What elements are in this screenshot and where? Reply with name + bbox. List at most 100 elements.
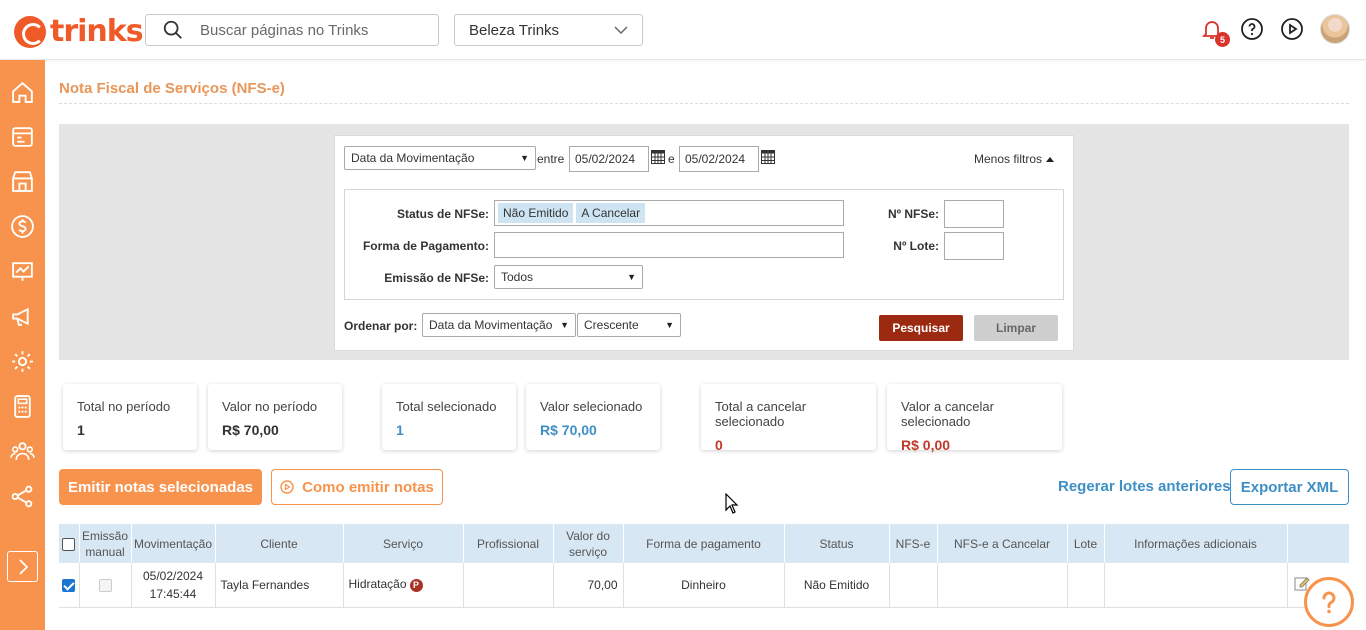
chevron-down-icon (614, 26, 628, 35)
column-header[interactable]: Movimentação (131, 524, 216, 563)
emission-label: Emissão de NFSe: (384, 271, 489, 285)
store-icon[interactable] (10, 169, 35, 194)
chart-icon[interactable] (10, 259, 35, 284)
lote-input[interactable] (944, 232, 1004, 260)
column-header[interactable]: Lote (1067, 524, 1105, 563)
column-header[interactable]: Status (784, 524, 890, 563)
page-title: Nota Fiscal de Serviços (NFS-e) (59, 80, 285, 97)
card-label: Valor a cancelar selecionado (901, 399, 994, 429)
column-header[interactable]: NFS-e (889, 524, 938, 563)
card-value: 1 (396, 422, 404, 438)
search-input[interactable] (200, 21, 420, 39)
card-value: 0 (715, 437, 723, 453)
how-to-emit-label: Como emitir notas (302, 478, 434, 496)
page-search[interactable] (145, 14, 439, 46)
summary-card-total-selected: Total selecionado 1 (382, 384, 516, 450)
table-row[interactable]: 05/02/2024 17:45:44 Tayla Fernandes Hidra… (59, 563, 1349, 608)
column-header[interactable]: Cliente (215, 524, 344, 563)
emission-select[interactable]: Todos ▼ (494, 265, 643, 289)
regenerate-batches-link[interactable]: Regerar lotes anteriores (1058, 478, 1231, 495)
emission-value: Todos (501, 270, 534, 284)
card-label: Total a cancelar selecionado (715, 399, 807, 429)
calendar-icon[interactable] (761, 150, 775, 164)
table-header-row: Emissão manual Movimentação Cliente Serv… (59, 524, 1350, 563)
row-select-cell (59, 563, 80, 608)
service-name: Hidratação (348, 577, 407, 592)
card-label: Valor no período (222, 399, 318, 414)
order-label: Ordenar por: (344, 319, 418, 333)
payment-input[interactable] (494, 232, 844, 258)
column-header[interactable]: Profissional (463, 524, 554, 563)
status-tag[interactable]: A Cancelar (576, 203, 646, 223)
service-cell: Hidratação P (343, 563, 464, 608)
package-badge-icon: P (409, 579, 423, 593)
home-icon[interactable] (10, 80, 35, 105)
nfse-number-label: Nº NFSe: (887, 207, 939, 221)
manual-emission-cell (79, 563, 132, 608)
nfse-number-input[interactable] (944, 200, 1004, 228)
column-header-actions (1287, 524, 1350, 563)
movement-date: 05/02/2024 (142, 568, 204, 583)
summary-card-value-cancel: Valor a cancelar selecionado R$ 0,00 (887, 384, 1062, 453)
calendar-icon[interactable] (651, 150, 665, 164)
movement-cell: 05/02/2024 17:45:44 (131, 563, 216, 608)
megaphone-icon[interactable] (10, 304, 35, 329)
professional-cell (463, 563, 554, 608)
row-checkbox[interactable] (62, 578, 76, 592)
select-all-checkbox[interactable] (62, 537, 76, 551)
calculator-icon[interactable] (10, 394, 35, 419)
nfse-table: Emissão manual Movimentação Cliente Serv… (59, 524, 1350, 608)
less-filters-toggle[interactable]: Menos filtros (974, 152, 1055, 166)
date-from-input[interactable]: 05/02/2024 (569, 146, 649, 172)
column-header[interactable]: Serviço (343, 524, 464, 563)
top-bar: trinks Beleza Trinks 5 (0, 0, 1366, 60)
floating-help-button[interactable] (1304, 577, 1354, 627)
trinks-logo[interactable]: trinks (14, 14, 144, 49)
and-label: e (668, 152, 675, 166)
agenda-icon[interactable] (10, 124, 35, 149)
how-to-emit-button[interactable]: Como emitir notas (271, 469, 443, 505)
column-header[interactable]: Forma de pagamento (623, 524, 785, 563)
column-header[interactable]: NFS-e a Cancelar (937, 524, 1068, 563)
client-cell: Tayla Fernandes (215, 563, 344, 608)
user-avatar[interactable] (1320, 14, 1350, 44)
notifications-button[interactable]: 5 (1200, 17, 1230, 47)
users-icon[interactable] (10, 439, 35, 464)
card-label: Total selecionado (396, 399, 497, 414)
question-circle-icon (1241, 18, 1263, 40)
help-button[interactable] (1240, 17, 1264, 41)
mouse-cursor-icon (725, 493, 739, 514)
share-icon[interactable] (10, 484, 35, 509)
value-cell: 70,00 (553, 563, 624, 608)
order-direction-select[interactable]: Crescente ▼ (577, 313, 681, 337)
date-type-value: Data da Movimentação (351, 151, 475, 165)
order-field-value: Data da Movimentação (429, 318, 553, 332)
date-type-select[interactable]: Data da Movimentação ▼ (344, 146, 536, 170)
dollar-icon[interactable] (10, 214, 35, 239)
card-label: Valor selecionado (540, 399, 643, 414)
clear-button[interactable]: Limpar (974, 315, 1058, 341)
gear-icon[interactable] (10, 349, 35, 374)
status-cell: Não Emitido (784, 563, 890, 608)
lote-label: Nº Lote: (893, 239, 939, 253)
salon-selector[interactable]: Beleza Trinks (454, 14, 643, 46)
column-header[interactable]: Valor do serviço (553, 524, 624, 563)
status-tag[interactable]: Não Emitido (498, 203, 574, 223)
export-xml-button[interactable]: Exportar XML (1230, 469, 1349, 505)
status-label: Status de NFSe: (396, 207, 489, 221)
between-label: entre (537, 152, 565, 166)
card-value: R$ 70,00 (222, 422, 279, 438)
batch-cell (1067, 563, 1105, 608)
payment-cell: Dinheiro (623, 563, 785, 608)
title-divider (59, 103, 1349, 104)
order-field-select[interactable]: Data da Movimentação ▼ (422, 313, 576, 337)
less-filters-label: Menos filtros (974, 152, 1043, 166)
logo-text: trinks (50, 14, 144, 49)
status-multiselect[interactable]: Não Emitido A Cancelar (494, 200, 844, 226)
nfse-cancel-cell (937, 563, 1068, 608)
emit-selected-button[interactable]: Emitir notas selecionadas (59, 469, 262, 505)
sidebar-expand-button[interactable] (7, 551, 38, 582)
search-button[interactable]: Pesquisar (879, 315, 963, 341)
date-to-input[interactable]: 05/02/2024 (679, 146, 759, 172)
tutorial-video-button[interactable] (1280, 17, 1304, 41)
